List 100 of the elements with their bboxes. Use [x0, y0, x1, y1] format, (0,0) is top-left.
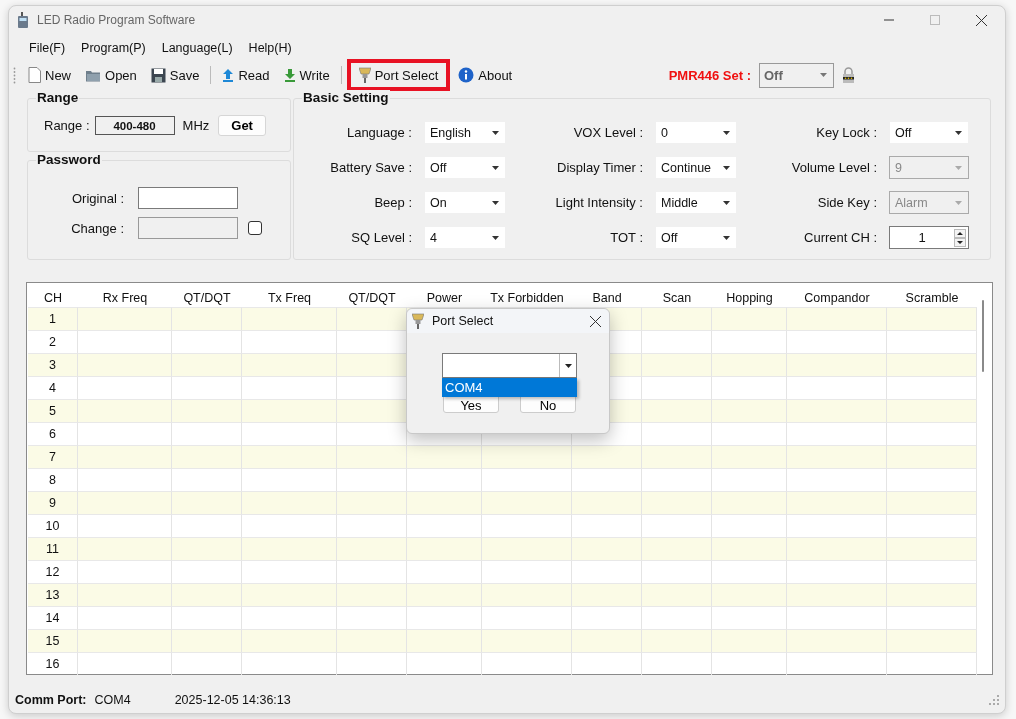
table-cell: [642, 537, 712, 560]
setting-label: VOX Level :: [572, 125, 643, 140]
toolbar-button[interactable]: Save: [144, 62, 206, 88]
setting-label: Display Timer :: [556, 160, 643, 175]
table-cell: [172, 445, 242, 468]
dropdown-arrow-icon[interactable]: [492, 130, 499, 135]
column-header[interactable]: Tx Freq: [242, 291, 337, 307]
toolbar-button[interactable]: Write: [277, 62, 336, 88]
dropdown-arrow-icon[interactable]: [955, 130, 962, 135]
toolbar-button[interactable]: Read: [216, 62, 276, 88]
port-option[interactable]: COM4: [442, 378, 577, 397]
port-select-field[interactable]: [442, 353, 577, 378]
get-button[interactable]: Get: [218, 115, 266, 136]
dialog-title: Port Select: [432, 314, 494, 328]
channel-number: 13: [28, 583, 78, 606]
table-cell: [642, 399, 712, 422]
dropdown-arrow-icon[interactable]: [492, 235, 499, 240]
table-cell: [642, 652, 712, 675]
column-header[interactable]: Hopping: [712, 291, 787, 307]
setting-label: Beep :: [373, 195, 412, 210]
setting-label: Side Key :: [816, 195, 877, 210]
table-cell: [337, 583, 407, 606]
range-value: 400-480: [94, 116, 175, 135]
setting-select[interactable]: Off: [424, 156, 506, 179]
field-label: Original :: [70, 190, 124, 206]
channel-number: 16: [28, 652, 78, 675]
resize-grip-icon[interactable]: [989, 695, 999, 705]
table-cell: [642, 629, 712, 652]
column-header[interactable]: QT/DQT: [172, 291, 242, 307]
dropdown-arrow-icon[interactable]: [492, 165, 499, 170]
column-header[interactable]: Compandor: [787, 291, 887, 307]
page-icon: [28, 67, 41, 83]
setting-select[interactable]: English: [424, 121, 506, 144]
column-header[interactable]: QT/DQT: [337, 291, 407, 307]
setting-select[interactable]: Off: [889, 121, 969, 144]
table-cell: [642, 307, 712, 330]
close-icon[interactable]: [590, 315, 601, 327]
table-cell: [337, 537, 407, 560]
table-cell: [172, 629, 242, 652]
menu-item[interactable]: File(F): [21, 41, 74, 55]
table-cell: [642, 445, 712, 468]
checkbox[interactable]: [248, 221, 262, 235]
status-label: Comm Port:: [15, 693, 87, 707]
dropdown-arrow-icon[interactable]: [564, 363, 572, 368]
dropdown-arrow-icon[interactable]: [723, 200, 730, 205]
toolbar-button[interactable]: Open: [79, 62, 143, 88]
column-header[interactable]: Scan: [642, 291, 712, 307]
window-title: LED Radio Program Software: [37, 13, 196, 27]
toolbar-button[interactable]: New: [22, 62, 77, 88]
column-header[interactable]: Tx Forbidden: [482, 291, 572, 307]
setting-label: Battery Save :: [329, 160, 412, 175]
table-cell: [337, 652, 407, 675]
password-field[interactable]: [138, 187, 238, 209]
info-icon: [458, 67, 475, 83]
spin-arrows-icon[interactable]: [954, 228, 966, 247]
download-arrow-icon: [283, 68, 296, 82]
column-header[interactable]: CH: [28, 291, 78, 307]
table-cell: [172, 307, 242, 330]
setting-select[interactable]: On: [424, 191, 506, 214]
connector-icon: [412, 313, 424, 329]
folder-icon: [85, 68, 101, 82]
setting-label: Light Intensity :: [554, 195, 643, 210]
padlock-icon: [842, 67, 855, 83]
setting-select[interactable]: 4: [424, 226, 506, 249]
table-cell: [572, 629, 642, 652]
table-cell: [572, 445, 642, 468]
setting-select[interactable]: Off: [655, 226, 737, 249]
floppy-icon: [150, 67, 166, 83]
menu-item[interactable]: Program(P): [73, 41, 154, 55]
setting-label: Current CH :: [803, 230, 877, 245]
setting-label: SQ Level :: [350, 230, 412, 245]
dropdown-arrow-icon[interactable]: [492, 200, 499, 205]
setting-select[interactable]: Middle: [655, 191, 737, 214]
table-cell: [642, 353, 712, 376]
toolbar-button[interactable]: About: [452, 62, 519, 88]
port-value: COM4: [94, 693, 131, 707]
channel-number: 3: [28, 353, 78, 376]
dropdown-arrow-icon[interactable]: [723, 130, 730, 135]
close-icon[interactable]: [976, 14, 987, 26]
table-cell: [572, 537, 642, 560]
setting-select[interactable]: 0: [655, 121, 737, 144]
toolbar-button[interactable]: Port Select: [346, 59, 451, 91]
setting-select[interactable]: Continue: [655, 156, 737, 179]
column-header[interactable]: Power: [407, 291, 482, 307]
column-header[interactable]: Rx Freq: [78, 291, 172, 307]
menu-item[interactable]: Language(L): [153, 41, 241, 55]
toolbar-grip: [13, 66, 16, 84]
dropdown-arrow-icon[interactable]: [723, 235, 730, 240]
channel-spinbox[interactable]: 1: [889, 226, 969, 249]
dropdown-arrow-icon[interactable]: [723, 165, 730, 170]
setting-label: Key Lock :: [815, 125, 877, 140]
table-cell: [572, 652, 642, 675]
channel-number: 1: [28, 307, 78, 330]
table-cell: [642, 583, 712, 606]
table-cell: [172, 652, 242, 675]
table-cell: [642, 491, 712, 514]
menu-item[interactable]: Help(H): [240, 41, 300, 55]
column-header[interactable]: Scramble: [887, 291, 977, 307]
column-header[interactable]: Band: [572, 291, 642, 307]
table-cell: [337, 629, 407, 652]
